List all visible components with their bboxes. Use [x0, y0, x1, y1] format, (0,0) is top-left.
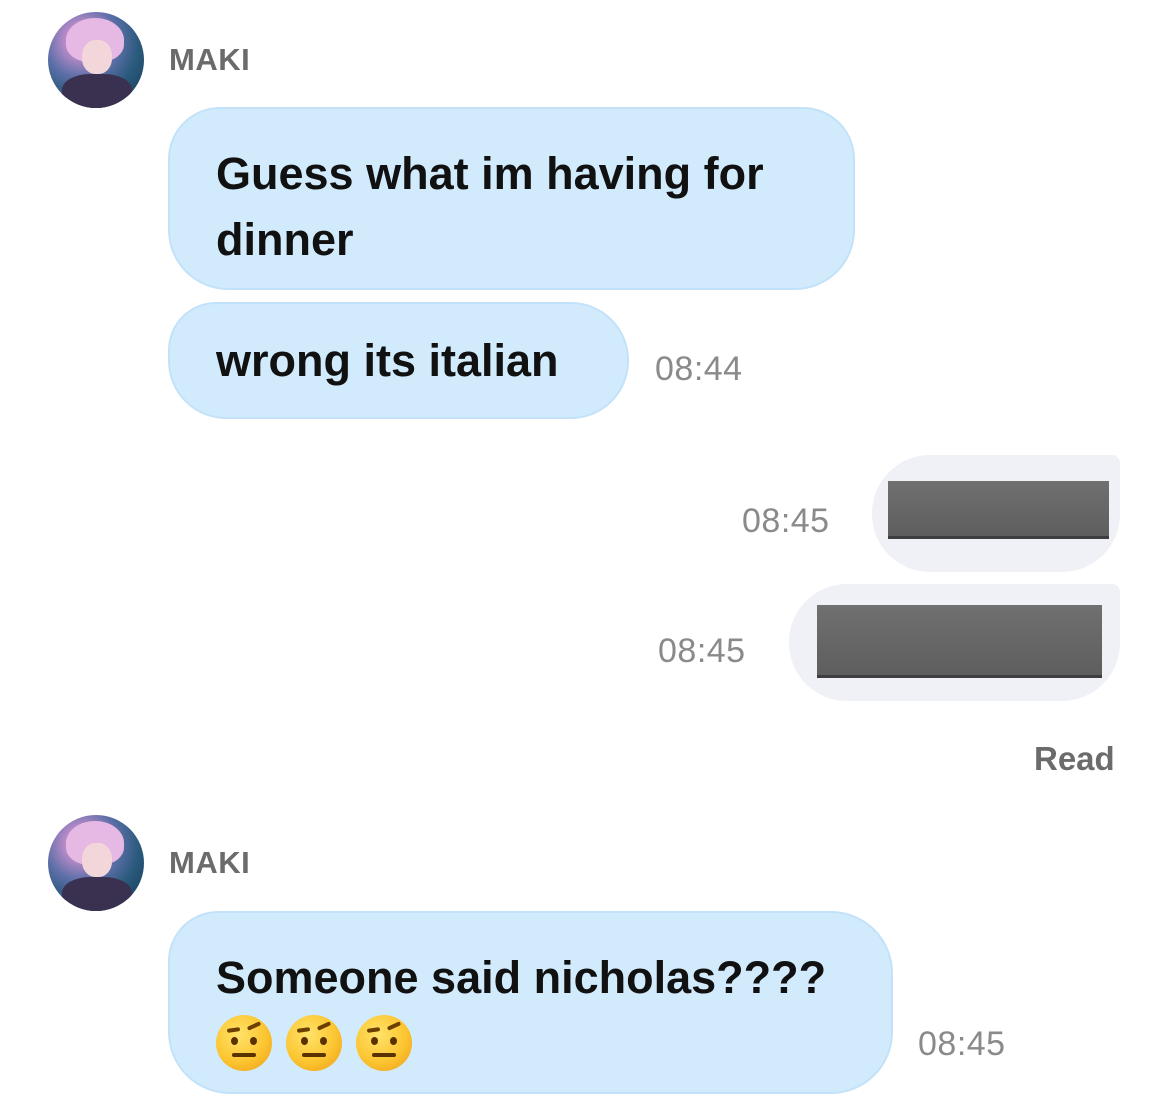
avatar-body	[62, 877, 132, 911]
message-text: Someone said nicholas????	[216, 952, 827, 1003]
avatar-face	[82, 843, 112, 877]
face-with-raised-eyebrow-icon	[216, 1015, 272, 1071]
message-bubble[interactable]: wrong its italian	[168, 302, 629, 419]
sender-avatar[interactable]	[48, 12, 144, 108]
read-receipt: Read	[1034, 740, 1115, 777]
sender-avatar[interactable]	[48, 815, 144, 911]
face-with-raised-eyebrow-icon	[286, 1015, 342, 1071]
message-timestamp: 08:44	[655, 350, 743, 388]
message-timestamp: 08:45	[658, 632, 746, 670]
avatar-face	[82, 40, 112, 74]
emoji-row	[216, 1015, 861, 1071]
message-bubble[interactable]: Someone said nicholas????	[168, 911, 893, 1094]
outgoing-bubble[interactable]	[872, 455, 1120, 572]
message-timestamp: 08:45	[742, 502, 830, 540]
face-with-raised-eyebrow-icon	[356, 1015, 412, 1071]
outgoing-bubble[interactable]	[789, 584, 1120, 701]
sender-name: MAKI	[169, 845, 251, 880]
redacted-content	[888, 481, 1109, 539]
message-timestamp: 08:45	[918, 1025, 1006, 1063]
message-bubble[interactable]: Guess what im having for dinner	[168, 107, 855, 290]
message-text: Guess what im having for dinner	[216, 148, 764, 265]
avatar-body	[62, 74, 132, 108]
message-text: wrong its italian	[216, 335, 559, 386]
redacted-content	[817, 605, 1102, 678]
sender-name: MAKI	[169, 42, 251, 77]
